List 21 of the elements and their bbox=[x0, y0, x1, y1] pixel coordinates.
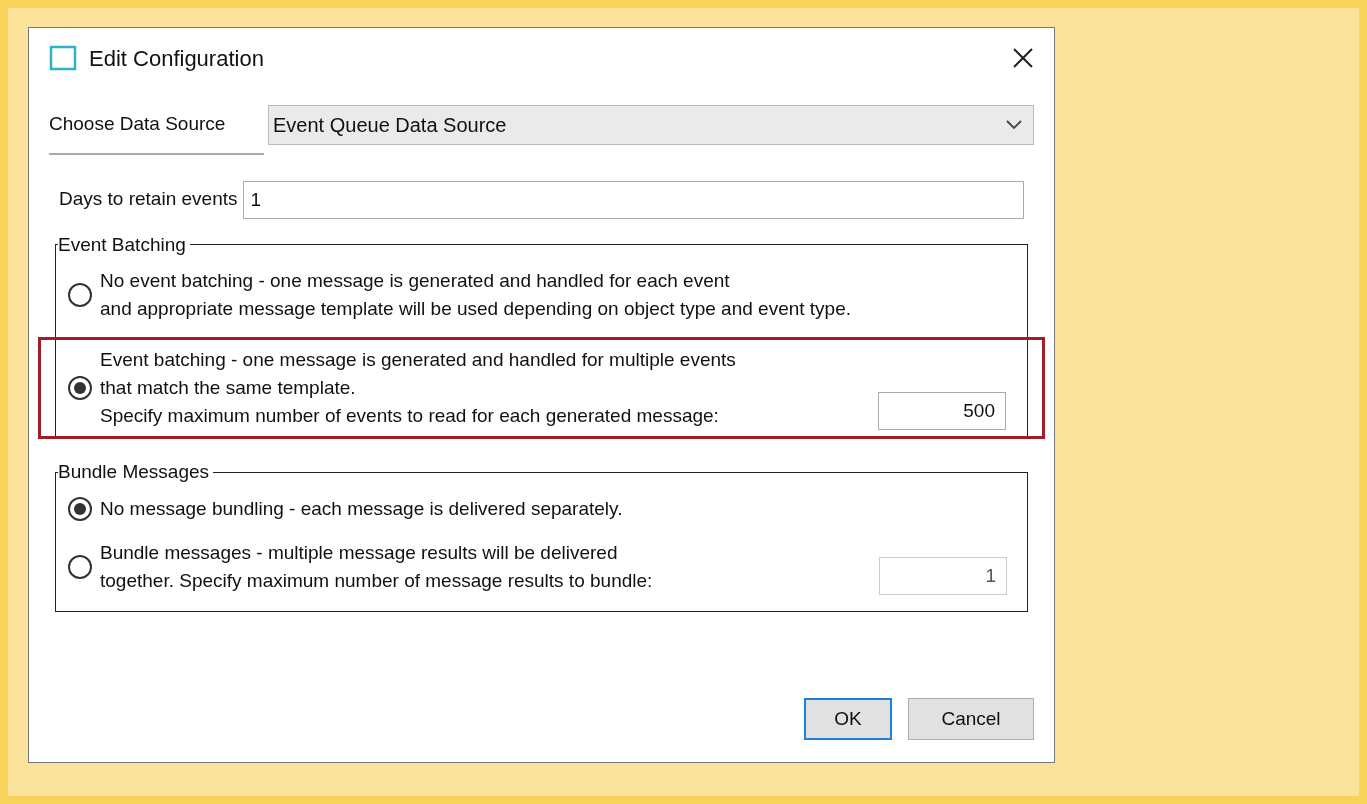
close-icon[interactable] bbox=[1012, 47, 1034, 69]
days-input-field[interactable]: 1 bbox=[243, 180, 1024, 219]
group-title: Bundle Messages bbox=[58, 460, 211, 484]
group-title: Event Batching bbox=[58, 232, 187, 257]
option-text: Bundle messages - multiple message results will be delivered together. Specify maximum number of message results to bundle: bbox=[100, 540, 654, 593]
option-text: No event batching - one message is generated and handled for each event and appropriate message template will be used depending on object type and event type. bbox=[100, 269, 852, 321]
dialog-button[interactable]: Cancel bbox=[908, 698, 1034, 740]
radio-button[interactable] bbox=[68, 376, 92, 400]
field-label: Days to retain events bbox=[59, 187, 238, 212]
radio-button[interactable] bbox=[68, 554, 92, 579]
dialog-button[interactable]: OK bbox=[804, 698, 892, 740]
field-label: Choose Data Source bbox=[49, 106, 264, 155]
option-text: No message bundling - each message is delivered separately. bbox=[100, 496, 624, 521]
option-text: Event batching - one message is generated and handled for multiple events that match the same template. Specify maximum number of events to read for each generated message: bbox=[100, 348, 737, 428]
window-title: Edit Configuration bbox=[89, 44, 264, 73]
radio-button[interactable] bbox=[68, 283, 92, 307]
number-input-field[interactable]: 500 bbox=[878, 392, 1006, 430]
data-source-dropdown[interactable]: Event Queue Data Source bbox=[268, 105, 1034, 146]
chevron-down-icon bbox=[1005, 119, 1023, 132]
window-icon bbox=[49, 45, 77, 71]
radio-button[interactable] bbox=[68, 496, 92, 521]
